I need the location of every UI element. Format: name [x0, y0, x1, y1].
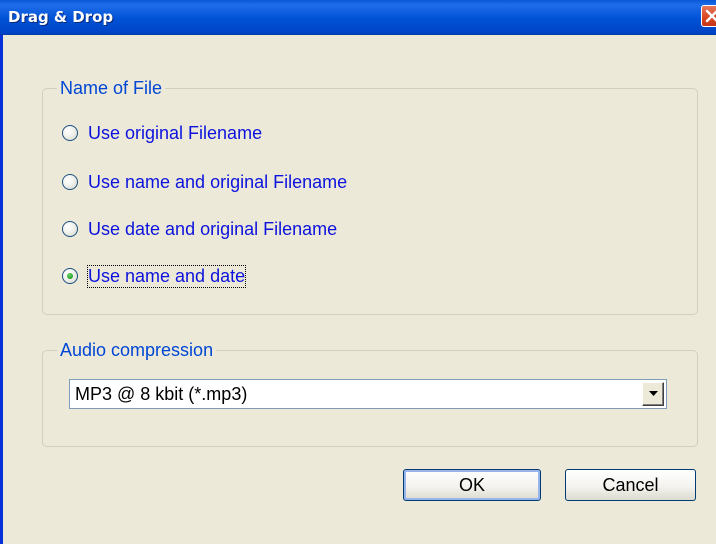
radio-name-and-original-filename[interactable] [62, 174, 78, 190]
close-icon [705, 9, 716, 23]
option-date-and-original-filename[interactable]: Use date and original Filename [62, 217, 337, 241]
option-name-and-date-label[interactable]: Use name and date [86, 264, 247, 288]
radio-name-and-date[interactable] [62, 268, 78, 284]
option-name-and-date[interactable]: Use name and date [62, 264, 247, 288]
audio-compression-value: MP3 @ 8 kbit (*.mp3) [75, 384, 248, 404]
option-date-and-original-filename-label[interactable]: Use date and original Filename [88, 219, 337, 240]
dialog-body: Name of File Use original Filename Use n… [0, 35, 716, 544]
option-name-and-original-filename[interactable]: Use name and original Filename [62, 170, 347, 194]
audio-compression-legend: Audio compression [60, 340, 214, 360]
name-of-file-legend: Name of File [60, 78, 163, 98]
option-name-and-original-filename-label[interactable]: Use name and original Filename [88, 172, 347, 193]
radio-date-and-original-filename[interactable] [62, 221, 78, 237]
audio-compression-select[interactable]: MP3 @ 8 kbit (*.mp3) [69, 379, 667, 409]
option-original-filename[interactable]: Use original Filename [62, 121, 262, 145]
dropdown-button[interactable] [642, 382, 664, 406]
title-bar[interactable]: Drag & Drop [0, 0, 716, 35]
chevron-down-icon [649, 391, 658, 396]
ok-button[interactable]: OK [403, 469, 541, 501]
radio-original-filename[interactable] [62, 125, 78, 141]
option-original-filename-label[interactable]: Use original Filename [88, 123, 262, 144]
dialog-window: Drag & Drop Name of File Use original Fi… [0, 0, 716, 544]
window-title: Drag & Drop [8, 8, 114, 26]
close-button[interactable] [701, 5, 716, 27]
cancel-button[interactable]: Cancel [565, 469, 696, 501]
